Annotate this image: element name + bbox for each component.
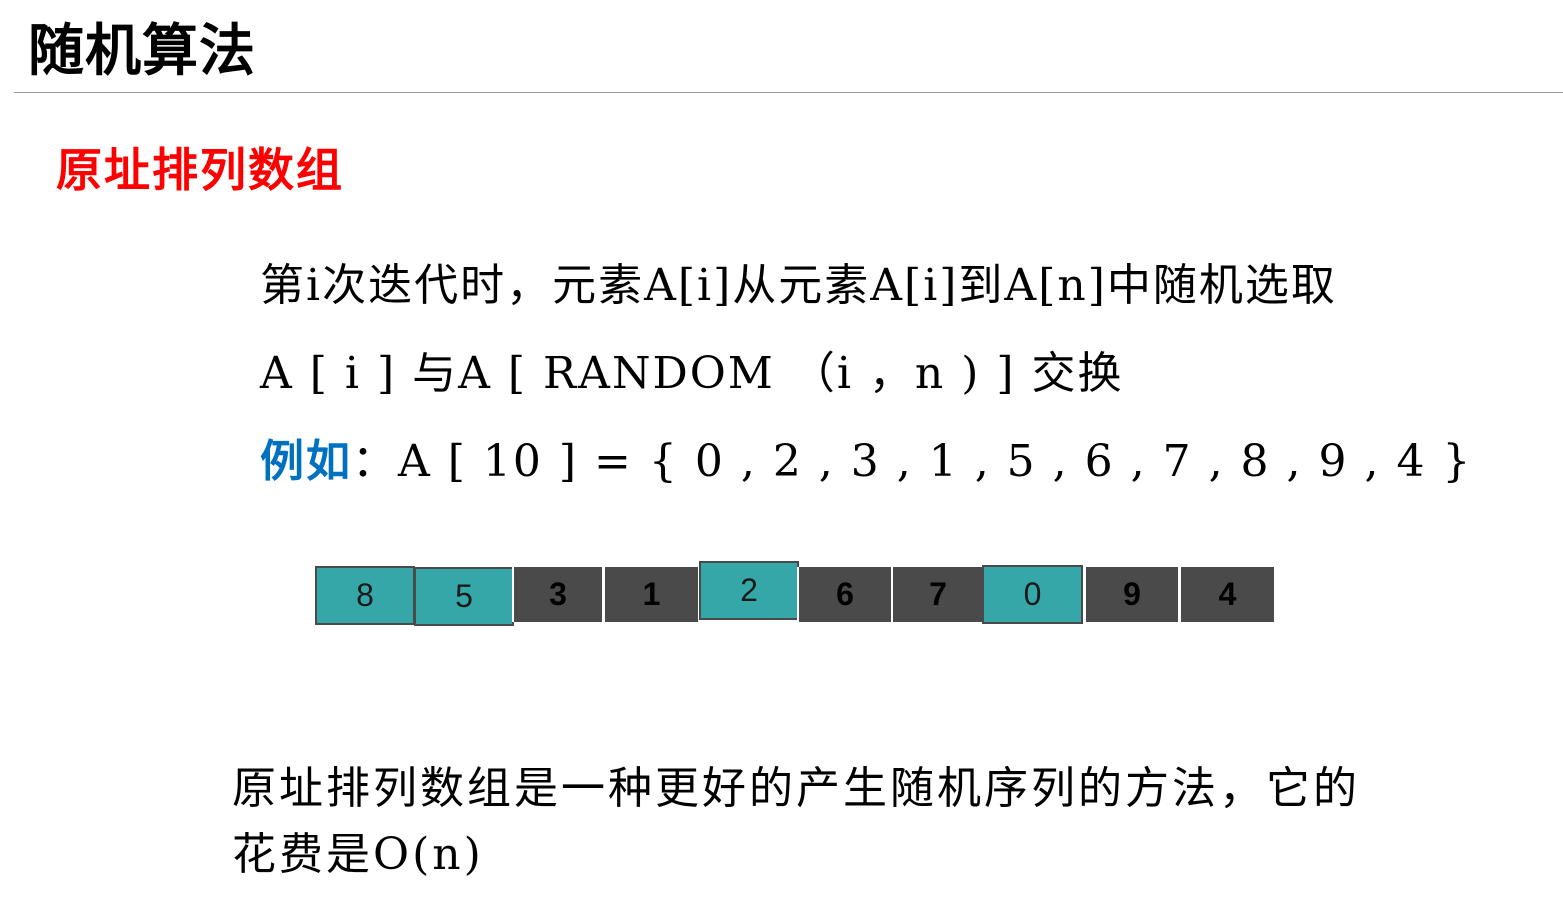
example-label: 例如 — [260, 436, 352, 487]
example-array-text: ：A [ 10 ] = { 0 , 2 , 3 , 1 , 5 , 6 , 7 … — [352, 436, 1473, 487]
title-divider — [14, 92, 1563, 93]
section-title: 原址排列数组 — [56, 143, 344, 197]
array-cell: 7 — [891, 567, 985, 622]
array-cell: 0 — [982, 565, 1083, 624]
example-line: 例如：A [ 10 ] = { 0 , 2 , 3 , 1 , 5 , 6 , … — [260, 432, 1472, 492]
array-cell: 1 — [603, 567, 700, 622]
conclusion-text: 原址排列数组是一种更好的产生随机序列的方法，它的花费是O(n) — [232, 763, 1360, 880]
array-cell: 5 — [414, 567, 514, 626]
slide-title: 随机算法 — [28, 19, 256, 84]
array-cell: 4 — [1179, 567, 1276, 622]
array-cell: 9 — [1084, 567, 1180, 622]
array-cell: 8 — [315, 566, 415, 625]
array-cell: 6 — [797, 567, 893, 622]
description-line-2: A [ i ] 与A [ RANDOM （i ，n ) ] 交换 — [260, 348, 1124, 399]
description-line-1: 第i次迭代时，元素A[i]从元素A[i]到A[n]中随机选取 — [260, 260, 1337, 311]
array-cell: 3 — [512, 567, 604, 622]
array-cell: 2 — [699, 561, 799, 620]
